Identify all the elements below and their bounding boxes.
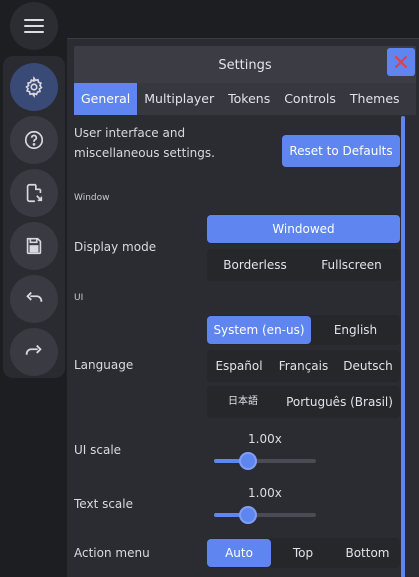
- option-japanese[interactable]: 日本語: [207, 388, 279, 416]
- redo-icon: [25, 344, 42, 355]
- reset-defaults-button[interactable]: Reset to Defaults: [282, 135, 400, 167]
- tab-multiplayer[interactable]: Multiplayer: [137, 83, 221, 115]
- menu-icon: [24, 18, 44, 34]
- option-top[interactable]: Top: [271, 539, 335, 567]
- close-icon: [394, 55, 408, 69]
- tab-general[interactable]: General: [74, 83, 138, 115]
- display-mode-row1: Windowed: [207, 214, 400, 244]
- menu-button[interactable]: [10, 2, 58, 50]
- text-scale-value: 1.00x: [248, 486, 282, 500]
- undo-button[interactable]: [10, 275, 58, 323]
- save-button[interactable]: [10, 222, 58, 270]
- ui-scale-label: UI scale: [74, 443, 122, 457]
- option-bottom[interactable]: Bottom: [335, 539, 400, 567]
- undo-icon: [26, 291, 43, 302]
- export-icon: [26, 183, 43, 203]
- language-row2: Español Français Deutsch: [207, 350, 400, 382]
- option-borderless[interactable]: Borderless: [207, 251, 303, 279]
- option-francais[interactable]: Français: [271, 352, 336, 380]
- title-bar: Settings: [74, 46, 416, 86]
- option-portuguese[interactable]: Português (Brasil): [279, 388, 400, 416]
- help-icon: [24, 130, 44, 150]
- tab-themes[interactable]: Themes: [343, 83, 407, 115]
- option-deutsch[interactable]: Deutsch: [336, 352, 400, 380]
- tab-controls[interactable]: Controls: [277, 83, 343, 115]
- settings-window: Settings General Multiplayer Tokens Cont…: [67, 38, 419, 577]
- help-button[interactable]: [10, 116, 58, 164]
- text-scale-thumb[interactable]: [238, 506, 257, 524]
- export-button[interactable]: [10, 169, 58, 217]
- text-scale-slider[interactable]: [214, 513, 316, 517]
- language-row1: System (en-us) English: [207, 315, 400, 345]
- display-mode-label: Display mode: [74, 240, 157, 254]
- settings-description: User interface and miscellaneous setting…: [74, 126, 215, 160]
- gear-icon: [25, 76, 43, 98]
- tab-bar: General Multiplayer Tokens Controls Them…: [74, 83, 416, 115]
- option-windowed[interactable]: Windowed: [207, 215, 400, 243]
- option-system-language[interactable]: System (en-us): [207, 316, 311, 344]
- scrollbar-thumb[interactable]: [401, 116, 405, 577]
- section-ui: UI: [74, 293, 84, 303]
- tab-tokens[interactable]: Tokens: [221, 83, 277, 115]
- ui-scale-value: 1.00x: [248, 432, 282, 446]
- option-auto[interactable]: Auto: [207, 539, 271, 567]
- ui-scale-slider[interactable]: [214, 459, 316, 463]
- text-scale-label: Text scale: [74, 497, 134, 511]
- section-window: Window: [74, 193, 110, 203]
- settings-button[interactable]: [10, 63, 58, 111]
- save-icon: [26, 237, 42, 255]
- option-espanol[interactable]: Español: [207, 352, 271, 380]
- action-menu-row: Auto Top Bottom: [207, 538, 400, 568]
- option-fullscreen[interactable]: Fullscreen: [303, 251, 400, 279]
- option-english[interactable]: English: [311, 316, 400, 344]
- display-mode-row2: Borderless Fullscreen: [207, 249, 400, 281]
- window-title: Settings: [218, 58, 272, 73]
- language-row3: 日本語 Português (Brasil): [207, 386, 400, 418]
- action-menu-label: Action menu: [74, 546, 150, 560]
- language-label: Language: [74, 358, 134, 372]
- left-toolbar: [3, 56, 65, 378]
- ui-scale-thumb[interactable]: [238, 452, 257, 470]
- close-button[interactable]: [387, 48, 415, 76]
- redo-button[interactable]: [10, 328, 58, 376]
